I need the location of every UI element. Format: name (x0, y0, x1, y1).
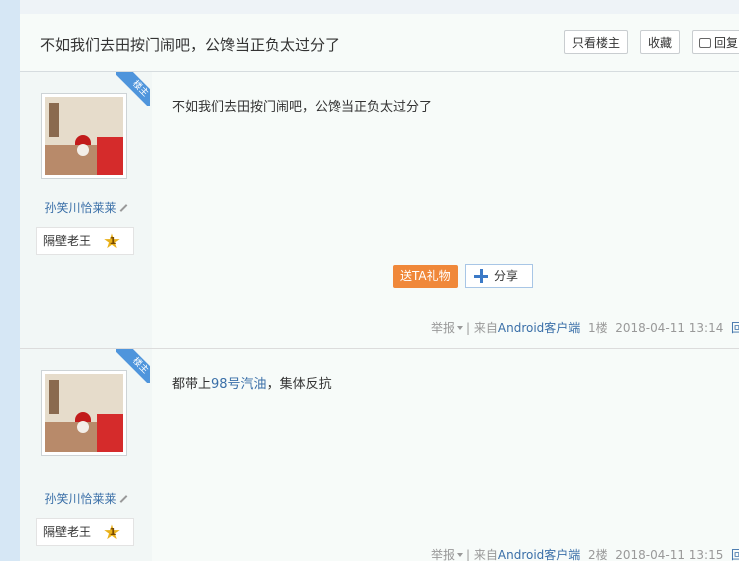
reply-bubble-icon (699, 38, 711, 48)
username: 孙笑川恰莱莱 (44, 492, 117, 506)
avatar[interactable] (41, 93, 127, 179)
report-dropdown-icon[interactable] (457, 553, 464, 557)
source-client-link[interactable]: Android客户端 (498, 548, 580, 561)
post-meta: 举报 | 来自Android客户端 2楼 2018-04-11 13:15 回复 (431, 546, 739, 561)
post-time: 2018-04-11 13:14 (615, 321, 724, 335)
level-badge[interactable]: 隔壁老王 ★ 1 (36, 518, 134, 546)
favorite-button[interactable]: 收藏 (640, 30, 681, 54)
badge-title: 隔壁老王 (43, 525, 92, 539)
level-star-icon: ★ 1 (103, 231, 123, 251)
post-floor-2: 楼主 孙笑川恰莱莱 隔壁老王 ★ 1 都带上98号汽油，集体反抗 举报 | 来自An… (20, 349, 739, 561)
content-prefix: 都带上 (172, 377, 212, 392)
share-button[interactable]: 分享 (465, 264, 533, 288)
thread-title: 不如我们去田按门闹吧，公馋当正负太过分了 (40, 36, 341, 54)
username-link[interactable]: 孙笑川恰莱莱 (20, 490, 152, 507)
floor-number: 2楼 (587, 548, 608, 561)
edit-pen-icon (119, 204, 127, 212)
post-content: 都带上98号汽油，集体反抗 (172, 373, 332, 392)
floor-number: 1楼 (587, 321, 608, 335)
post-content: 不如我们去田按门闹吧，公馋当正负太过分了 (172, 100, 433, 115)
post-floor-1: 楼主 孙笑川恰莱莱 隔壁老王 ★ 1 不如我们去田按门闹吧，公馋当正负太过分了 送… (20, 72, 739, 349)
report-link[interactable]: 举报 (431, 321, 455, 335)
top-margin-strip (20, 0, 739, 14)
level-badge[interactable]: 隔壁老王 ★ 1 (36, 227, 134, 255)
reply-button-label: 回复 (714, 36, 739, 50)
source-prefix: 来自 (473, 321, 498, 335)
post-reply-link[interactable]: 回复 (731, 321, 739, 335)
thread-title-bar: 不如我们去田按门闹吧，公馋当正负太过分了 只看楼主 收藏 回复 (20, 14, 739, 72)
post-time: 2018-04-11 13:15 (615, 548, 724, 561)
badge-title: 隔壁老王 (43, 234, 92, 248)
avatar-image (45, 97, 123, 175)
level-star-icon: ★ 1 (103, 522, 123, 542)
content-keyword-link[interactable]: 98号汽油 (211, 377, 267, 392)
share-plus-icon (474, 269, 488, 283)
share-label: 分享 (494, 269, 519, 283)
level-number: 1 (109, 236, 117, 247)
meta-separator: | (466, 548, 471, 561)
report-link[interactable]: 举报 (431, 548, 455, 561)
send-gift-button[interactable]: 送TA礼物 (393, 265, 458, 288)
report-dropdown-icon[interactable] (457, 326, 464, 330)
thread-page: 不如我们去田按门闹吧，公馋当正负太过分了 只看楼主 收藏 回复 楼主 孙笑川恰莱… (20, 14, 739, 561)
content-suffix: ，集体反抗 (266, 377, 332, 392)
avatar-image (45, 374, 123, 452)
avatar[interactable] (41, 370, 127, 456)
edit-pen-icon (119, 495, 127, 503)
post-meta: 举报 | 来自Android客户端 1楼 2018-04-11 13:14 回复 (431, 319, 739, 336)
username-link[interactable]: 孙笑川恰莱莱 (20, 199, 152, 216)
level-number: 1 (109, 527, 117, 538)
left-margin-strip (0, 0, 20, 561)
username: 孙笑川恰莱莱 (44, 201, 117, 215)
meta-separator: | (466, 321, 471, 335)
source-prefix: 来自 (473, 548, 498, 561)
post-reply-link[interactable]: 回复 (731, 548, 739, 561)
source-client-link[interactable]: Android客户端 (498, 321, 580, 335)
reply-button[interactable]: 回复 (692, 30, 739, 54)
only-op-button[interactable]: 只看楼主 (564, 30, 629, 54)
